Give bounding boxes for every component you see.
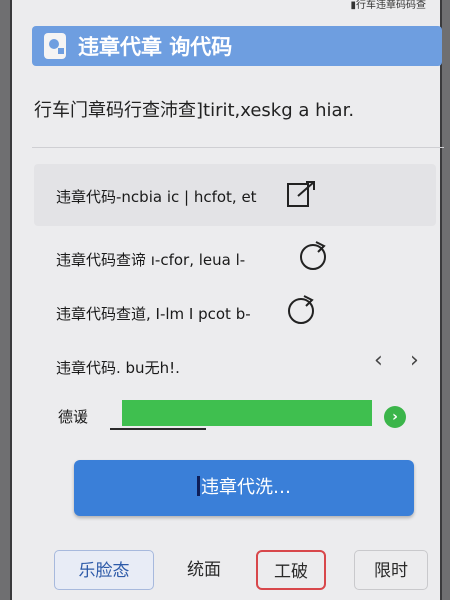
field-label: 德谖 [58, 408, 89, 426]
phone-screen: ▮行车违章码码查 违章代章 询代码 行车门章码行查沛查]tirit,xeskg … [10, 0, 444, 600]
text-cursor [197, 476, 200, 496]
status-bar-text: ▮行车违章码码查 [350, 0, 426, 11]
input-underline [110, 428, 206, 430]
redacted-input-field[interactable] [122, 400, 372, 426]
arrow-right-icon[interactable]: › [384, 406, 406, 428]
violation-row-4[interactable]: 违章代码. bu无h!. [56, 357, 180, 378]
query-button-label: 违章代洗… [201, 477, 291, 498]
query-button[interactable]: 违章代洗… [74, 460, 414, 516]
subtitle-text: 行车门章码行查沛查]tirit,xeskg a hiar. [34, 100, 355, 121]
divider [32, 147, 444, 148]
header-bar: 违章代章 询代码 [32, 26, 442, 66]
share-box-icon[interactable] [284, 178, 318, 212]
bottom-tab-bar: 乐脸态 统面 工破 限时 [34, 546, 444, 600]
violation-row-2[interactable]: 违章代码查谛 ı-cfor, leua l- [56, 249, 245, 270]
refresh-cycle-icon[interactable] [296, 238, 330, 272]
tab-3[interactable]: 工破 [256, 550, 326, 590]
violation-row-3[interactable]: 违章代码查道, I-lm I pcot b- [56, 303, 251, 324]
tab-1[interactable]: 乐脸态 [54, 550, 154, 590]
clipboard-search-icon [44, 33, 66, 59]
violation-row-1[interactable]: 违章代码-ncbia ic | hcfot, et [56, 186, 257, 207]
refresh-cycle-icon[interactable] [284, 292, 318, 326]
tab-4[interactable]: 限时 [354, 550, 428, 590]
page-title: 违章代章 询代码 [78, 35, 233, 59]
tab-2[interactable]: 统面 [164, 550, 244, 590]
chevron-left-icon[interactable]: ‹ [374, 348, 383, 373]
chevron-right-icon[interactable]: › [410, 348, 419, 373]
